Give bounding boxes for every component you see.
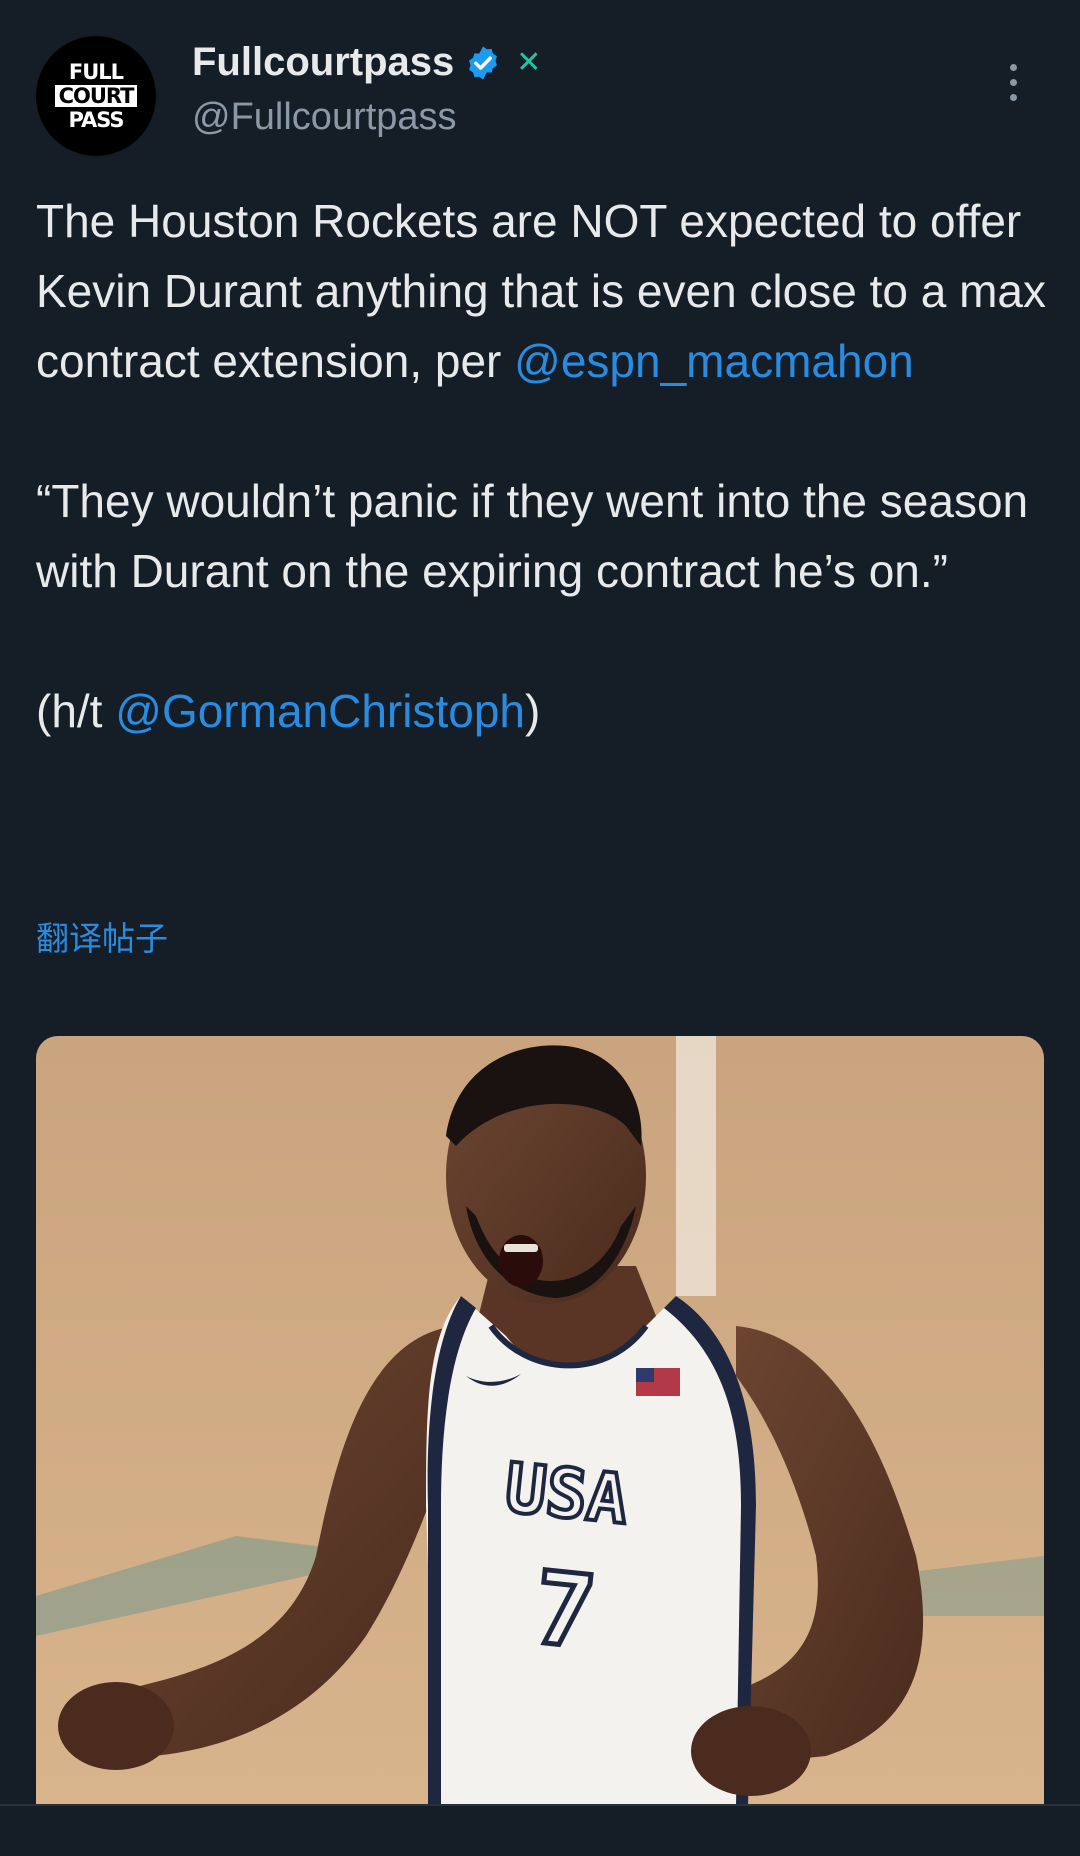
tweet-media-image[interactable]: USA 7: [36, 1036, 1044, 1806]
jersey-number: 7: [528, 1549, 600, 1672]
more-dot: [1010, 94, 1017, 101]
divider: [0, 1804, 1080, 1806]
hat-tip-suffix: ): [524, 685, 541, 737]
translate-post-link[interactable]: 翻译帖子: [36, 912, 168, 960]
tweet-quote: “They wouldn’t panic if they went into t…: [36, 475, 1029, 597]
author-name-row: Fullcourtpass ✕: [192, 40, 541, 85]
mention-link-espn-macmahon[interactable]: @espn_macmahon: [514, 335, 914, 387]
avatar-text-full: FULL: [68, 60, 124, 84]
mention-link-gormanchristoph[interactable]: @GormanChristoph: [115, 685, 525, 737]
tweet-text: The Houston Rockets are NOT expected to …: [36, 186, 1056, 746]
avatar-text-pass: PASS: [68, 108, 124, 132]
hat-tip-prefix: (h/t: [36, 685, 116, 737]
more-dot: [1010, 64, 1017, 71]
verified-badge-icon: [469, 45, 498, 80]
more-options-icon[interactable]: [1010, 64, 1017, 101]
more-dot: [1010, 79, 1017, 86]
tweet-hat-tip: (h/t @GormanChristoph): [36, 676, 1056, 746]
avatar-text-court: COURT: [54, 85, 138, 107]
avatar[interactable]: FULL COURT PASS: [36, 36, 156, 156]
player-photo: USA 7: [36, 1036, 1044, 1806]
tweet-paragraph-1: The Houston Rockets are NOT expected to …: [36, 186, 1056, 396]
jersey-text: USA: [501, 1449, 631, 1540]
x-logo-icon: ✕: [516, 46, 542, 79]
author-display-name[interactable]: Fullcourtpass: [192, 40, 454, 85]
author-handle[interactable]: @Fullcourtpass: [192, 96, 457, 139]
